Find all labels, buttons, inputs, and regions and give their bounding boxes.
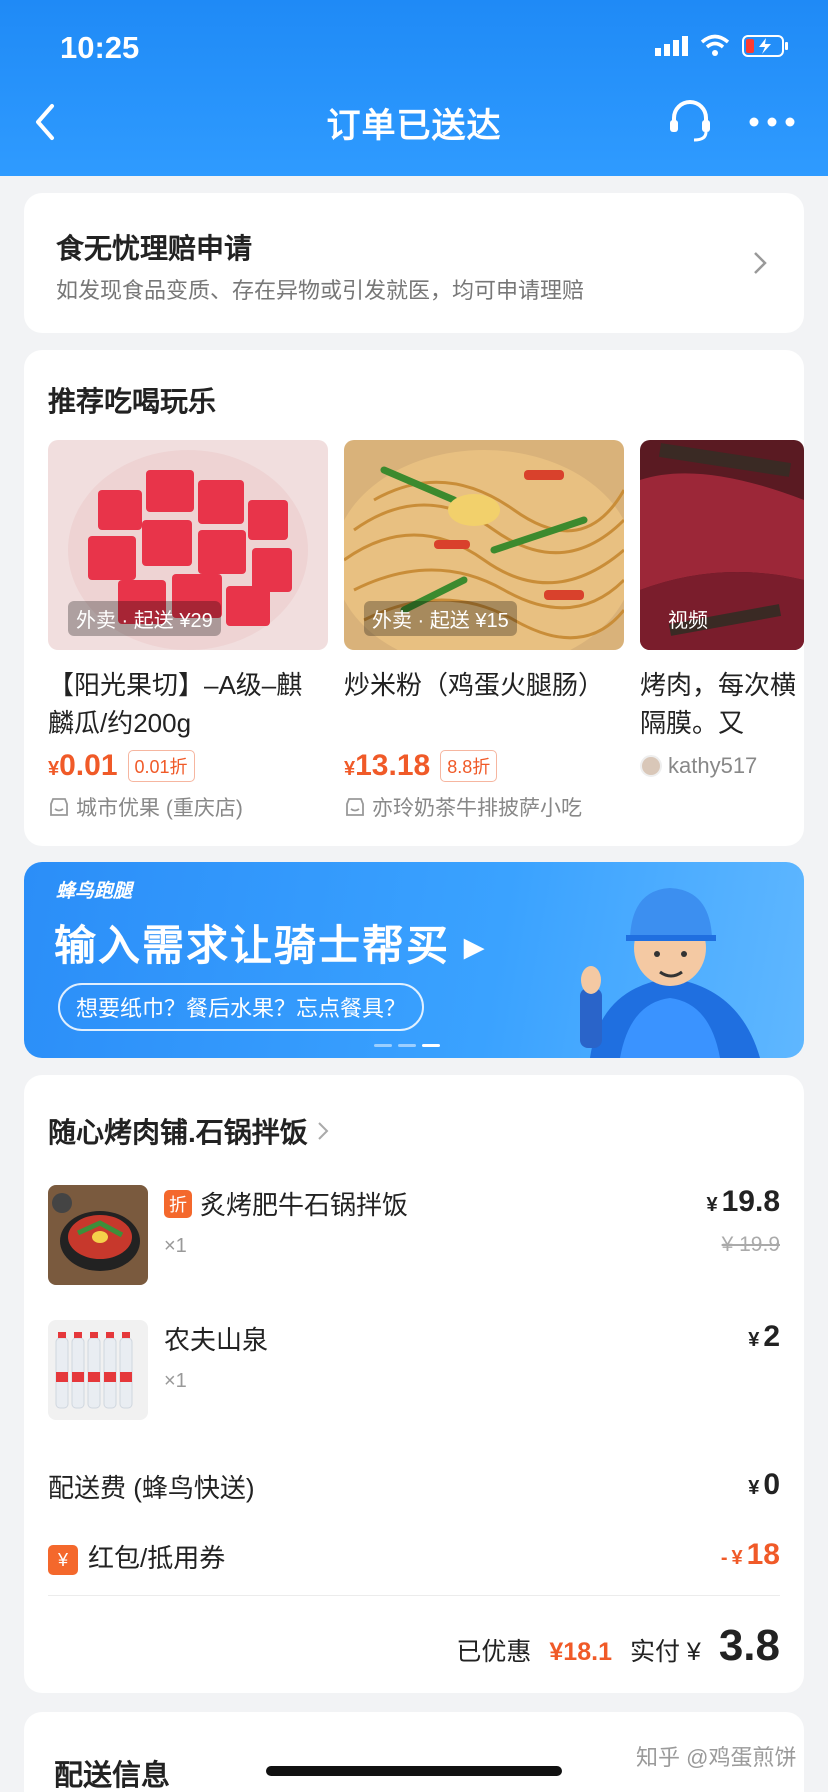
- shop-row: 城市优果 (重庆店): [48, 792, 328, 822]
- coupon-row: ¥ 红包/抵用券 - ¥18: [48, 1538, 780, 1578]
- claim-description: 如发现食品变质、存在异物或引发就医，均可申请理赔: [56, 278, 585, 303]
- item-name: 农夫山泉: [164, 1325, 269, 1355]
- delivery-fee-value: ¥0: [748, 1468, 780, 1501]
- item-name: 【阳光果切】–A级–麒麟瓜/约200g: [48, 670, 303, 738]
- discount-tag: 8.8折: [440, 750, 498, 782]
- bbq-meat-image: 视频: [640, 440, 804, 650]
- item-name: 炙烤肥牛石锅拌饭: [200, 1190, 409, 1220]
- shop-name: 亦玲奶茶牛排披萨小吃: [372, 797, 582, 820]
- banner-subtitle: 想要纸巾？餐后水果？忘点餐具？: [58, 983, 425, 1031]
- saved-value: ¥18.1: [549, 1638, 612, 1666]
- battery-icon: [742, 35, 788, 57]
- order-totals: 已优惠 ¥18.1 实付 ¥ 3.8: [456, 1621, 780, 1671]
- wifi-icon: [700, 34, 730, 56]
- discount-tag: 0.01折: [127, 750, 195, 782]
- order-item[interactable]: 农夫山泉 ×1 ¥2: [48, 1320, 780, 1420]
- recommend-item[interactable]: 外卖 · 起送 ¥29 【阳光果切】–A级–麒麟瓜/约200g ¥0.01 0.…: [48, 440, 328, 822]
- author-name: kathy517: [668, 753, 758, 778]
- author-row: kathy517: [640, 748, 804, 784]
- item-quantity: ×1: [164, 1235, 187, 1257]
- recommend-title: 推荐吃喝玩乐: [48, 386, 217, 417]
- shop-name: 城市优果 (重庆店): [76, 797, 243, 820]
- item-name: 炒米粉（鸡蛋火腿肠）: [344, 670, 605, 700]
- item-price: ¥13.18: [344, 749, 431, 782]
- more-icon[interactable]: [748, 108, 796, 136]
- coupon-icon: ¥: [48, 1545, 78, 1576]
- coupon-value: - ¥18: [720, 1538, 780, 1571]
- item-original-price: ¥ 19.9: [721, 1233, 780, 1256]
- shop-icon: [346, 798, 364, 816]
- claim-title: 食无忧理赔申请: [56, 233, 253, 264]
- order-card: 随心烤肉铺.石锅拌饭 折 炙烤肥牛石锅拌饭 ×1 ¥19.8 ¥ 19.9 农夫…: [24, 1075, 804, 1693]
- item-price: ¥2: [748, 1320, 780, 1353]
- chevron-right-icon: [318, 1122, 329, 1140]
- claim-card[interactable]: 食无忧理赔申请 如发现食品变质、存在异物或引发就医，均可申请理赔: [24, 193, 804, 333]
- recommend-card: 推荐吃喝玩乐 外卖 · 起送 ¥29 【阳光果切】–A级–麒麟瓜/约200g ¥…: [24, 350, 804, 846]
- saved-label: 已优惠: [456, 1638, 532, 1666]
- delivery-fee-label: 配送费 (蜂鸟快送): [48, 1473, 255, 1503]
- delivery-title: 配送信息: [54, 1760, 171, 1792]
- signal-icon: [655, 36, 688, 56]
- banner-title: 输入需求让骑士帮买 ▸: [54, 922, 487, 969]
- item-price: ¥19.8: [706, 1185, 780, 1218]
- water-bottles-image: [48, 1320, 148, 1420]
- discount-badge: 折: [164, 1189, 192, 1218]
- watermark: 知乎 @鸡蛋煎饼: [636, 1745, 797, 1770]
- recommend-item[interactable]: 外卖 · 起送 ¥15 炒米粉（鸡蛋火腿肠） ¥13.18 8.8折 亦玲奶茶牛…: [344, 440, 624, 822]
- paid-value: 3.8: [718, 1621, 780, 1670]
- errand-banner[interactable]: 蜂鸟跑腿 输入需求让骑士帮买 ▸ 想要纸巾？餐后水果？忘点餐具？: [24, 862, 804, 1058]
- coupon-label: 红包/抵用券: [88, 1543, 226, 1573]
- status-icons: [654, 34, 790, 58]
- avatar: [640, 755, 662, 777]
- banner-brand: 蜂鸟跑腿: [56, 881, 133, 902]
- delivery-fee-row: 配送费 (蜂鸟快送) ¥0: [48, 1468, 780, 1508]
- item-quantity: ×1: [164, 1370, 187, 1392]
- delivery-tag: 外卖 · 起送 ¥15: [364, 601, 517, 636]
- item-price: ¥0.01: [48, 749, 118, 782]
- shop-link[interactable]: 随心烤肉铺.石锅拌饭: [48, 1111, 330, 1151]
- shop-row: 亦玲奶茶牛排披萨小吃: [344, 792, 624, 822]
- shop-name: 随心烤肉铺.石锅拌饭: [48, 1117, 308, 1148]
- paid-label: 实付 ¥: [629, 1638, 701, 1666]
- item-name: 烤肉，每次横隔膜。又: [640, 670, 797, 738]
- video-tag: 视频: [668, 610, 708, 632]
- chevron-right-icon: [754, 252, 767, 274]
- watermelon-image: 外卖 · 起送 ¥29: [48, 440, 328, 650]
- customer-service-icon[interactable]: [666, 96, 714, 144]
- delivery-tag: 外卖 · 起送 ¥29: [68, 601, 221, 636]
- carousel-dots: [374, 1044, 440, 1047]
- rider-illustration: [580, 888, 760, 1058]
- recommend-item[interactable]: 视频 烤肉，每次横隔膜。又 kathy517: [640, 440, 804, 784]
- home-indicator[interactable]: [266, 1766, 562, 1776]
- top-bar: 10:25 订单已送达: [0, 0, 828, 176]
- bibimbap-image: [48, 1185, 148, 1285]
- status-time: 10:25: [60, 30, 140, 65]
- shop-icon: [50, 798, 68, 816]
- order-item[interactable]: 折 炙烤肥牛石锅拌饭 ×1 ¥19.8 ¥ 19.9: [48, 1185, 780, 1285]
- fried-noodles-image: 外卖 · 起送 ¥15: [344, 440, 624, 650]
- divider: [48, 1595, 780, 1596]
